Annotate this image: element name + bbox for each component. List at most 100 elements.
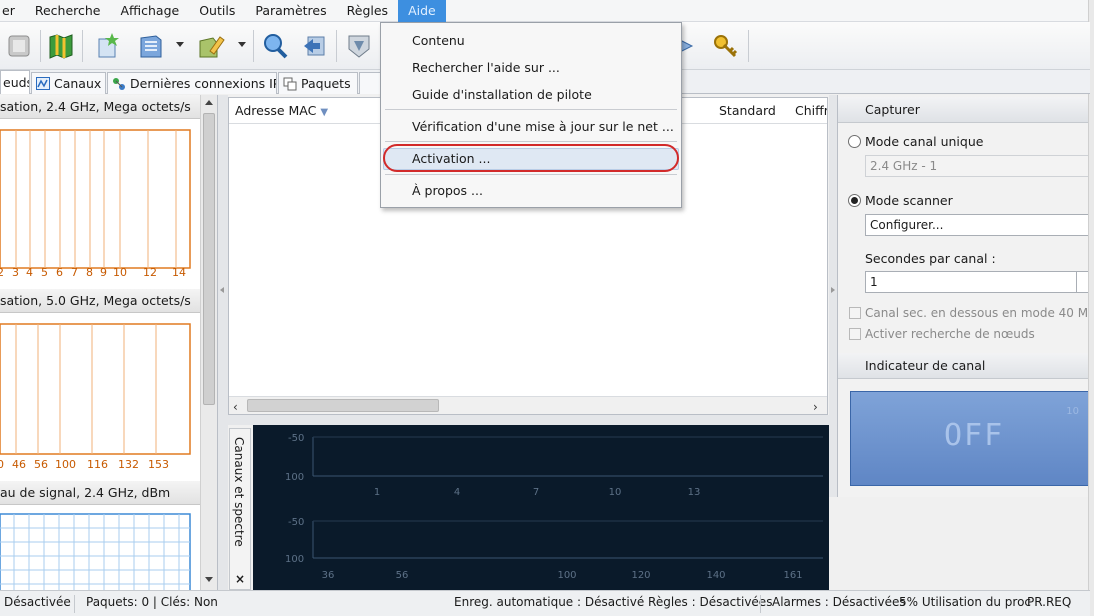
list-horizontal-scrollbar[interactable]: ‹ › [229,396,827,414]
tab-canaux[interactable]: Canaux [31,72,106,94]
tab-dernieres-connexions[interactable]: Dernières connexions IP [107,72,277,94]
packets-icon [283,77,297,91]
single-channel-radio[interactable] [848,135,861,148]
open-icon[interactable] [136,31,166,61]
chart2-tick: 116 [87,458,108,471]
new-icon[interactable] [92,31,122,61]
chart2-tick: 153 [148,458,169,471]
menu-item-a-propos[interactable]: À propos ... [412,183,483,198]
chart-frame [0,129,191,269]
spectrum-bottom-x-label: 56 [396,570,409,581]
channel-icon [36,77,50,90]
refresh-icon[interactable] [344,31,374,61]
scanner-mode-radio[interactable] [848,194,861,207]
menu-item-verification-maj[interactable]: Vérification d'une mise à jour sur le ne… [412,119,674,134]
search-icon[interactable] [260,31,290,61]
chart1-tick: 3 [12,266,19,279]
col-standard[interactable]: Standard [719,103,776,118]
toolbar-separator [82,30,83,62]
status-separator [760,595,761,613]
bottom-splitter[interactable] [228,415,829,425]
edit-dropdown-arrow[interactable] [238,42,246,47]
left-panel-scrollbar[interactable] [200,95,217,590]
chart-frame [0,323,191,455]
spectrum-top-x-label: 1 [374,487,380,498]
seconds-stepper[interactable] [1076,271,1088,293]
toolbar-separator [253,30,254,62]
right-splitter[interactable] [829,95,837,497]
tab-label: Paquets [301,76,351,91]
menu-outils[interactable]: Outils [189,0,245,22]
secondary-channel-label: Canal sec. en dessous en mode 40 MHz [865,306,1088,320]
single-channel-select: 2.4 GHz - 1 [865,155,1088,177]
edit-icon[interactable] [196,31,226,61]
sort-arrow-icon: ▼ [320,107,329,118]
scroll-down-arrow[interactable] [205,577,213,582]
stop-icon[interactable] [4,31,34,61]
node-search-checkbox[interactable] [849,328,861,340]
spectrum-top-x-label: 4 [454,487,460,498]
scroll-thumb[interactable] [247,399,439,412]
scanner-mode-label: Mode scanner [865,193,953,208]
scroll-right-arrow[interactable]: › [813,400,818,414]
back-icon[interactable] [300,31,330,61]
menu-separator [385,174,677,175]
key-icon[interactable] [710,31,740,61]
menu-item-rechercher-aide[interactable]: Rechercher l'aide sur ... [412,60,560,75]
tab-more[interactable] [359,72,381,94]
col-chiffrement[interactable]: Chiffr [795,103,827,118]
spectrum-bottom-x-label: 36 [322,570,335,581]
open-dropdown-arrow[interactable] [176,42,184,47]
chart1-tick: 6 [56,266,63,279]
chart2-title: sation, 5.0 GHz, Mega octets/s [0,289,200,313]
chart1-tick: 7 [71,266,78,279]
menu-aide[interactable]: Aide [398,0,446,22]
left-charts-panel: sation, 2.4 GHz, Mega octets/s 2 3 4 5 6… [0,95,218,590]
status-separator [74,595,75,613]
channel-indicator: OFF 10 [850,391,1088,486]
left-splitter[interactable] [218,95,228,590]
scroll-thumb[interactable] [203,113,215,405]
indicator-number: 10 [1066,406,1079,417]
chart1-tick: 14 [172,266,186,279]
spectrum-top-y-label: 100 [285,472,304,483]
menu-regles[interactable]: Règles [337,0,398,22]
chart1-tick: 8 [86,266,93,279]
chart1-tick: 12 [143,266,157,279]
configure-select[interactable]: Configurer... [865,214,1088,236]
menu-affichage[interactable]: Affichage [111,0,190,22]
secondary-channel-checkbox[interactable] [849,307,861,319]
chart2-grid [0,323,191,455]
scroll-left-arrow[interactable]: ‹ [233,400,238,414]
chart2-ticks: 0 46 56 100 116 132 153 [0,458,200,474]
tab-label: Dernières connexions IP [130,76,277,91]
menu-separator [385,141,677,142]
status-alarms: Alarmes : Désactivées [772,595,906,609]
ip-icon [112,77,126,91]
menu-item-contenu[interactable]: Contenu [412,33,465,48]
menu-recherche[interactable]: Recherche [25,0,111,22]
status-cpu: 5% Utilisation du proc [899,595,1032,609]
tab-label: euds [3,75,29,90]
spectrum-top-y-label: -50 [288,433,304,444]
menu-item-guide-installation[interactable]: Guide d'installation de pilote [412,87,592,102]
menu-parametres[interactable]: Paramètres [245,0,336,22]
seconds-input[interactable]: 1 [865,271,1077,293]
tab-noeuds[interactable]: euds [0,70,30,94]
single-channel-label: Mode canal unique [865,134,984,149]
channel-indicator-header: Indicateur de canal [838,353,1088,379]
chart1-tick: 5 [41,266,48,279]
chart3-area [0,506,200,590]
tab-paquets[interactable]: Paquets [278,72,358,94]
chart1-grid [0,129,191,269]
status-autosave: Enreg. automatique : Désactivé Règles : … [454,595,773,609]
col-adresse-mac[interactable]: Adresse MAC ▼ [235,103,328,118]
map-icon[interactable] [46,31,76,61]
scroll-up-arrow[interactable] [205,100,213,105]
spectrum-bottom-y-label: 100 [285,554,304,565]
spectrum-chart: -50 100 1 4 7 10 13 -50 100 36 56 100 12… [253,425,829,590]
close-icon[interactable]: × [235,572,245,586]
spectrum-svg: -50 100 1 4 7 10 13 -50 100 36 56 100 12… [285,433,823,581]
menu-file[interactable]: er [0,0,25,22]
chart1-tick: 10 [113,266,127,279]
